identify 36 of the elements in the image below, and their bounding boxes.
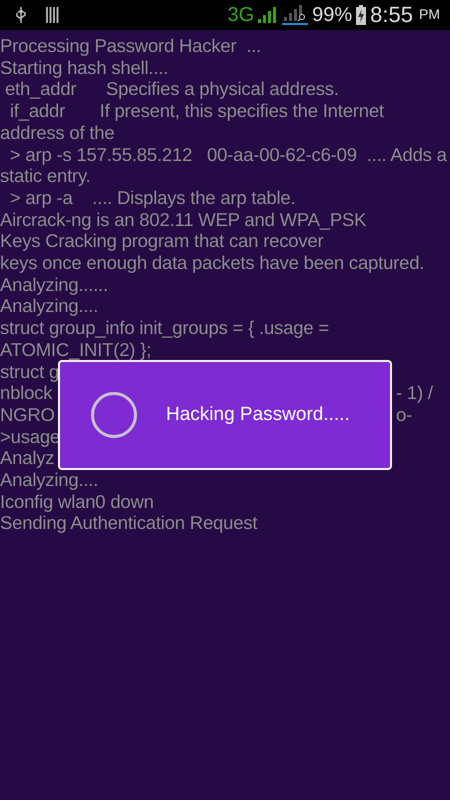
- log-line: > arp -s 157.55.85.212 00-aa-00-62-c6-09 .... Adds a: [8, 144, 447, 166]
- log-line: struct group_info init_groups = { .usage =: [0, 317, 329, 339]
- log-line: nblock: [0, 382, 52, 404]
- log-line: Analyzing....: [0, 469, 98, 491]
- usb-icon: [16, 7, 26, 23]
- log-line: if_addr If present, this specifies the Internet: [8, 100, 384, 122]
- log-line: struct g: [0, 360, 60, 382]
- log-line: Keys Cracking program that can recover: [0, 230, 324, 252]
- log-line: - 1) /: [396, 382, 433, 404]
- log-line: ATOMIC_INIT(2) };: [0, 338, 152, 361]
- log-line: Analyzing......: [0, 274, 108, 296]
- log-line: eth_addr Specifies a physical address.: [4, 78, 339, 100]
- log-line: Aircrack-ng is an 802.11 WEP and WPA_PSK: [0, 208, 366, 230]
- log-line: > arp -a .... Displays the arp table.: [8, 186, 296, 209]
- log-line: Processing Password Hacker ...: [0, 35, 262, 57]
- log-line: Analyz: [0, 447, 54, 470]
- clock-time: 8:55: [370, 2, 413, 28]
- log-line: NGRO: [0, 404, 55, 426]
- clock-ampm: PM: [419, 6, 440, 22]
- signal-icon: [258, 7, 278, 23]
- network-type: 3G: [227, 4, 254, 26]
- log-line: static entry.: [0, 165, 91, 187]
- battery-charging-icon: [356, 5, 366, 25]
- log-line: Sending Authentication Request: [0, 512, 258, 534]
- log-line: keys once enough data packets have been captured.: [0, 252, 424, 274]
- log-line: Analyzing....: [0, 295, 98, 318]
- barcode-icon: [46, 7, 59, 23]
- signal-search-icon: [282, 5, 308, 25]
- battery-level: 99%: [312, 4, 352, 26]
- log-line: address of the: [0, 122, 114, 144]
- log-line: Starting hash shell....: [0, 56, 168, 78]
- log-line: Iconfig wlan0 down: [0, 490, 154, 512]
- log-line: >usage: [0, 426, 60, 448]
- log-line: o-: [396, 404, 412, 426]
- dialog-message: Hacking Password.....: [166, 404, 350, 426]
- spinner-icon: [90, 391, 138, 439]
